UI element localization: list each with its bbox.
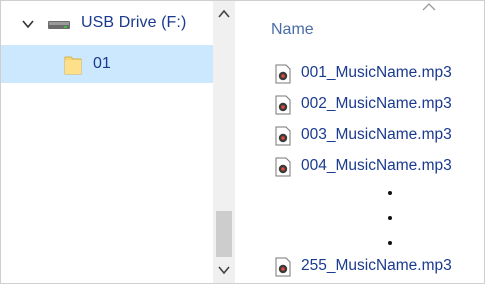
mp3-file-icon <box>275 95 291 115</box>
file-list-pane: Name 001_MusicName.mp3 002_MusicName.mp3… <box>235 1 484 283</box>
list-item[interactable]: 255_MusicName.mp3 <box>275 256 484 278</box>
list-item[interactable]: 003_MusicName.mp3 <box>275 125 484 147</box>
list-item[interactable]: 002_MusicName.mp3 <box>275 94 484 116</box>
ellipsis-dot <box>388 241 392 245</box>
ellipsis-dot <box>388 216 392 220</box>
list-item[interactable]: 004_MusicName.mp3 <box>275 156 484 178</box>
nav-scrollbar[interactable] <box>213 1 235 283</box>
file-name: 002_MusicName.mp3 <box>301 95 452 112</box>
file-name: 004_MusicName.mp3 <box>301 157 452 174</box>
tree-item-usb-drive[interactable]: USB Drive (F:) <box>1 9 213 39</box>
folder-icon <box>64 56 82 75</box>
mp3-file-icon <box>275 257 291 277</box>
chevron-down-icon[interactable] <box>217 263 231 277</box>
list-item[interactable]: 001_MusicName.mp3 <box>275 63 484 85</box>
file-explorer-window: USB Drive (F:) 01 Name 001_MusicName.mp3… <box>0 0 485 284</box>
usb-drive-icon <box>48 21 70 29</box>
mp3-file-icon <box>275 126 291 146</box>
sort-ascending-icon <box>422 3 436 11</box>
scrollbar-thumb[interactable] <box>216 211 232 257</box>
tree-item-label: USB Drive (F:) <box>81 14 187 31</box>
mp3-file-icon <box>275 157 291 177</box>
tree-item-label: 01 <box>93 55 111 72</box>
column-header-name[interactable]: Name <box>271 21 314 39</box>
mp3-file-icon <box>275 64 291 84</box>
chevron-down-icon[interactable] <box>21 17 35 31</box>
file-name: 001_MusicName.mp3 <box>301 64 452 81</box>
ellipsis-dot <box>388 191 392 195</box>
file-name: 255_MusicName.mp3 <box>301 257 452 274</box>
tree-item-folder-01[interactable]: 01 <box>1 45 213 83</box>
chevron-up-icon[interactable] <box>217 7 231 21</box>
navigation-pane: USB Drive (F:) 01 <box>1 1 213 283</box>
file-name: 003_MusicName.mp3 <box>301 126 452 143</box>
